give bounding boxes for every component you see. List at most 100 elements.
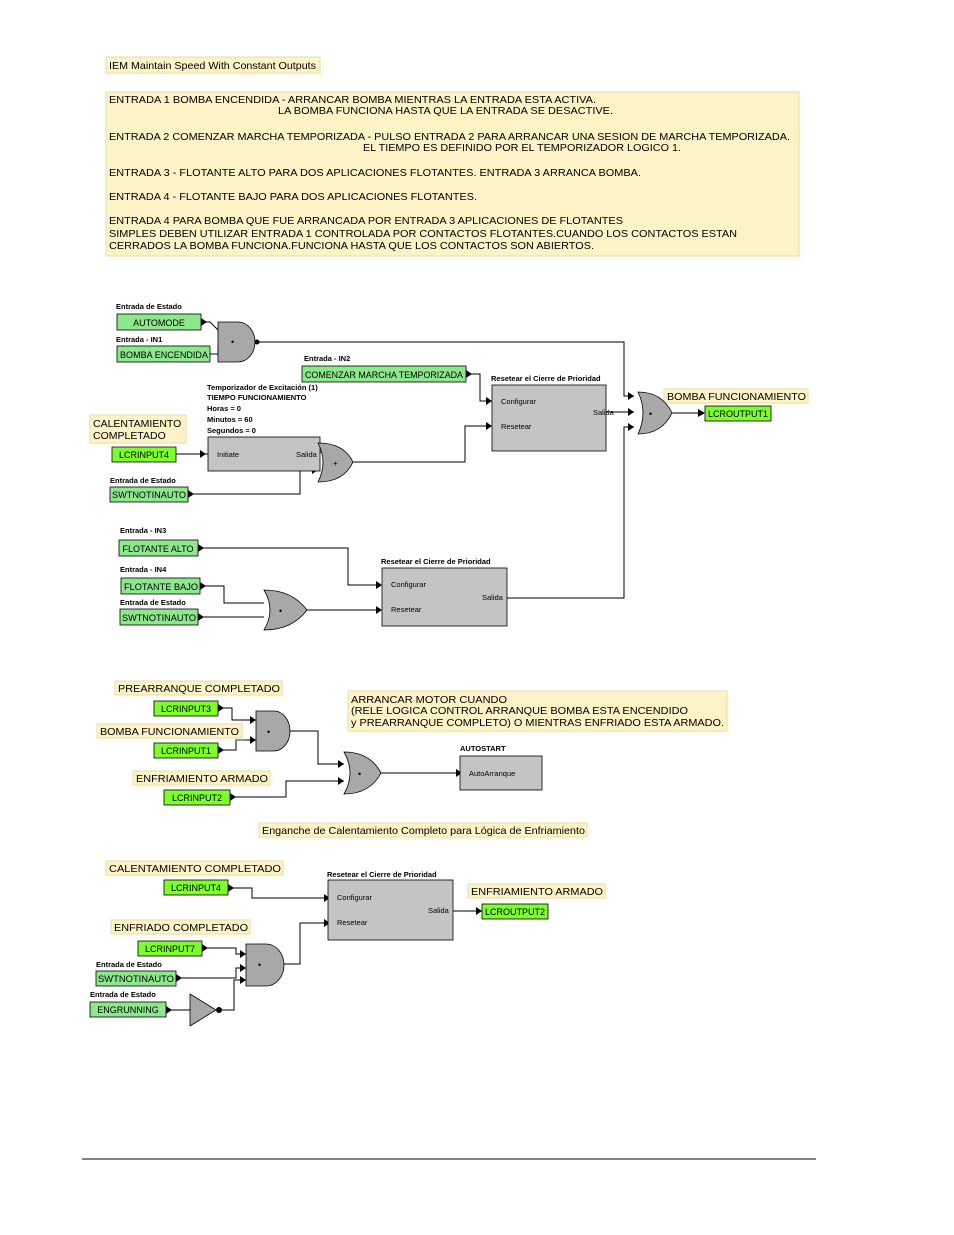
- timer-in-label: Initiate: [217, 450, 239, 459]
- input-label: LCRINPUT7: [145, 944, 195, 954]
- timer-name: TIEMPO FUNCIONAMIENTO: [207, 393, 307, 402]
- or-gate: •: [343, 751, 382, 795]
- latch-reset-label: Resetear: [391, 605, 422, 614]
- input-lcrinput7[interactable]: LCRINPUT7: [137, 940, 203, 957]
- entrada-estado-label: Entrada de Estado: [96, 960, 162, 969]
- gate-symbol: •: [649, 409, 652, 419]
- note-line: ENTRADA 4 PARA BOMBA QUE FUE ARRANCADA P…: [109, 215, 623, 227]
- note-line: y PREARRANQUE COMPLETO) O MIENTRAS ENFRI…: [351, 717, 724, 729]
- enfriamiento-armado-label: ENFRIAMIENTO ARMADO: [467, 883, 606, 899]
- note-line: ENTRADA 4 - FLOTANTE BAJO PARA DOS APLIC…: [109, 191, 477, 203]
- latch-reset-label: Resetear: [337, 918, 368, 927]
- input-swtnotinauto[interactable]: SWTNOTINAUTO: [109, 486, 189, 503]
- input-label: LCRINPUT4: [171, 883, 221, 893]
- output-label: LCROUTPUT2: [485, 907, 545, 917]
- latch-title: Resetear el Cierre de Prioridad: [381, 557, 491, 566]
- input-swtnotinauto[interactable]: SWTNOTINAUTO: [119, 608, 199, 626]
- note-line: ENTRADA 3 - FLOTANTE ALTO PARA DOS APLIC…: [109, 167, 641, 179]
- latch-set-label: Configurar: [391, 580, 427, 589]
- input-label: BOMBA ENCENDIDA: [120, 350, 208, 360]
- gate-symbol: +: [333, 459, 338, 468]
- label-text: PREARRANQUE COMPLETADO: [118, 683, 280, 695]
- description-note: ENTRADA 1 BOMBA ENCENDIDA - ARRANCAR BOM…: [105, 91, 800, 257]
- gate-symbol: •: [231, 337, 234, 347]
- entrada-in2-label: Entrada - IN2: [304, 354, 350, 363]
- bomba-funcionamiento-label: BOMBA FUNCIONAMIENTO: [663, 388, 809, 404]
- input-label: SWTNOTINAUTO: [122, 613, 196, 623]
- label-text: ENFRIAMIENTO ARMADO: [136, 773, 268, 785]
- input-automode[interactable]: AUTOMODE: [116, 313, 202, 331]
- latch-set-label: Configurar: [501, 397, 537, 406]
- input-lcrinput3[interactable]: LCRINPUT3: [153, 700, 219, 717]
- autostart-title: AUTOSTART: [460, 744, 506, 753]
- input-label: LCRINPUT1: [161, 746, 211, 756]
- input-lcrinput1[interactable]: LCRINPUT1: [153, 742, 219, 759]
- bomba-funcionamiento-label: BOMBA FUNCIONAMIENTO: [96, 723, 243, 739]
- input-lcrinput4[interactable]: LCRINPUT4: [163, 879, 229, 896]
- input-label: LCRINPUT4: [119, 450, 169, 460]
- note-text: Enganche de Calentamiento Completo para …: [262, 825, 585, 837]
- latch-reset-label: Resetear: [501, 422, 532, 431]
- latch-title: Resetear el Cierre de Prioridad: [491, 374, 601, 383]
- note-line: CERRADOS LA BOMBA FUNCIONA.FUNCIONA HAST…: [109, 240, 594, 252]
- latch-out-label: Salida: [593, 408, 615, 417]
- latch-block[interactable]: Resetear el Cierre de Prioridad Configur…: [327, 870, 454, 941]
- entrada-estado-label: Entrada de Estado: [120, 598, 186, 607]
- page-title: IEM Maintain Speed With Constant Outputs: [109, 60, 316, 72]
- calentamiento-completado-label: CALENTAMIENTO COMPLETADO: [105, 860, 284, 876]
- output-lcroutput1[interactable]: LCROUTPUT1: [704, 405, 772, 422]
- calentamiento-completado-label: CALENTAMIENTO COMPLETADO: [89, 414, 187, 444]
- input-flotante-alto[interactable]: FLOTANTE ALTO: [118, 539, 199, 557]
- logic-diagram: IEM Maintain Speed With Constant Outputs…: [82, 56, 816, 1160]
- label-line: CALENTAMIENTO: [93, 418, 181, 430]
- input-label: SWTNOTINAUTO: [98, 974, 174, 984]
- label-text: BOMBA FUNCIONAMIENTO: [667, 391, 806, 403]
- input-label: SWTNOTINAUTO: [112, 490, 186, 500]
- gate-symbol: •: [267, 727, 270, 737]
- note-line: EL TIEMPO ES DEFINIDO POR EL TEMPORIZADO…: [363, 142, 681, 154]
- label-line: COMPLETADO: [93, 430, 166, 442]
- output-label: LCROUTPUT1: [708, 409, 768, 419]
- timer-out-label: Salida: [296, 450, 318, 459]
- input-lcrinput4[interactable]: LCRINPUT4: [111, 446, 177, 463]
- latch-block[interactable]: Resetear el Cierre de Prioridad Configur…: [381, 557, 508, 627]
- output-lcroutput2[interactable]: LCROUTPUT2: [481, 903, 549, 920]
- entrada-estado-label: Entrada de Estado: [90, 990, 156, 999]
- input-swtnotinauto[interactable]: SWTNOTINAUTO: [95, 970, 177, 987]
- title-note: IEM Maintain Speed With Constant Outputs: [105, 56, 321, 74]
- input-comenzar-marcha[interactable]: COMENZAR MARCHA TEMPORIZADA: [301, 365, 467, 383]
- input-engrunning[interactable]: ENGRUNNING: [89, 1001, 167, 1018]
- enfriamiento-armado-label: ENFRIAMIENTO ARMADO: [132, 770, 271, 786]
- latch-title-note: Enganche de Calentamiento Completo para …: [258, 822, 588, 838]
- input-label: LCRINPUT2: [172, 793, 222, 803]
- input-label: FLOTANTE BAJO: [124, 582, 198, 592]
- latch-out-label: Salida: [482, 593, 504, 602]
- input-flotante-bajo[interactable]: FLOTANTE BAJO: [120, 577, 201, 595]
- note-line: (RELE LOGICA CONTROL ARRANQUE BOMBA ESTA…: [351, 705, 688, 717]
- entrada-in3-label: Entrada - IN3: [120, 526, 166, 535]
- timer-seconds: Segundos = 0: [207, 426, 256, 435]
- entrada-estado-label: Entrada de Estado: [116, 302, 182, 311]
- and-gate: •: [217, 321, 260, 363]
- input-bomba-encendida[interactable]: BOMBA ENCENDIDA: [116, 345, 211, 363]
- timer-title: Temporizador de Excitación (1): [207, 383, 318, 392]
- input-label: ENGRUNNING: [97, 1005, 159, 1015]
- entrada-estado-label: Entrada de Estado: [110, 476, 176, 485]
- input-label: LCRINPUT3: [161, 704, 211, 714]
- note-line: SIMPLES DEBEN UTILIZAR ENTRADA 1 CONTROL…: [109, 228, 737, 240]
- timer-block[interactable]: Initiate Salida: [207, 436, 321, 472]
- input-label: FLOTANTE ALTO: [122, 544, 193, 554]
- label-text: CALENTAMIENTO COMPLETADO: [109, 863, 281, 875]
- input-label: AUTOMODE: [133, 318, 185, 328]
- note-line: LA BOMBA FUNCIONA HASTA QUE LA ENTRADA S…: [278, 105, 613, 117]
- and-gate: •: [245, 943, 285, 987]
- entrada-in4-label: Entrada - IN4: [120, 565, 167, 574]
- autostart-block[interactable]: AUTOSTART AutoArranque: [459, 744, 543, 791]
- gate-symbol: •: [358, 769, 361, 779]
- label-text: BOMBA FUNCIONAMIENTO: [100, 726, 239, 738]
- latch-block[interactable]: Resetear el Cierre de Prioridad Configur…: [491, 374, 615, 452]
- latch-set-label: Configurar: [337, 893, 373, 902]
- entrada-in1-label: Entrada - IN1: [116, 335, 162, 344]
- input-lcrinput2[interactable]: LCRINPUT2: [163, 789, 231, 806]
- section-pump-logic: Entrada de Estado Entrada - IN1 Entrada …: [89, 302, 809, 631]
